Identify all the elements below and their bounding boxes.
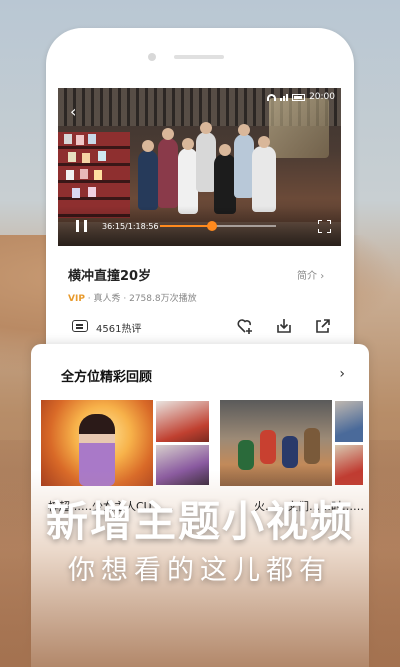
cast-member-head — [142, 140, 154, 152]
shelf-book — [66, 170, 74, 180]
share-icon[interactable] — [314, 317, 332, 335]
shelf-book — [94, 170, 102, 180]
status-bar: 20:00 — [267, 92, 335, 102]
shelf-book — [80, 169, 88, 179]
cast-member-head — [200, 122, 212, 134]
cast-member — [178, 148, 198, 214]
cast-member — [252, 146, 276, 212]
progress-track[interactable] — [160, 221, 276, 231]
add-favorite-icon[interactable] — [236, 317, 254, 335]
show-title: 横冲直撞20岁 — [68, 269, 152, 284]
chevron-right-icon[interactable]: › — [339, 366, 345, 382]
show-meta: VIP · 真人秀 · 2758.8万次播放 — [68, 291, 197, 304]
cast-member-head — [258, 136, 270, 148]
thumbnail-figure — [282, 436, 298, 468]
download-icon[interactable] — [275, 317, 293, 335]
fullscreen-icon[interactable] — [318, 220, 331, 233]
pause-icon[interactable] — [76, 220, 87, 232]
thumbnail-figure — [260, 430, 276, 464]
cast-member-head — [162, 128, 174, 140]
shelf-book — [88, 134, 96, 144]
thumbnail-figure — [304, 428, 320, 464]
battery-icon — [292, 93, 306, 101]
phone-camera — [148, 53, 156, 61]
cast-member — [234, 134, 254, 198]
video-player[interactable]: ‹ 20:00 36:15/1:18:56 — [58, 88, 341, 246]
cast-member — [138, 150, 158, 210]
cast-member-head — [238, 124, 250, 136]
review-title: 全方位精彩回顾 — [61, 370, 153, 385]
video-scene-cast — [136, 120, 286, 220]
cast-member — [158, 138, 178, 208]
chevron-right-icon: › — [320, 271, 325, 282]
shelf-book — [76, 135, 84, 145]
wifi-icon — [267, 93, 277, 101]
cast-member-head — [182, 138, 194, 150]
shelf-book — [82, 153, 90, 163]
thumbnail-figure — [238, 440, 254, 470]
shelf-book — [72, 188, 80, 198]
comment-icon[interactable] — [72, 320, 88, 332]
shelf-book — [68, 152, 76, 162]
intro-link[interactable]: 简介 › — [297, 267, 324, 282]
signal-icon — [280, 93, 289, 101]
progress-fill — [160, 225, 213, 227]
vip-badge: VIP — [68, 294, 85, 304]
shelf-book — [88, 187, 96, 197]
phone-speaker — [174, 55, 224, 59]
back-arrow-icon[interactable]: ‹ — [70, 102, 76, 121]
cast-member — [196, 132, 216, 192]
promo-headline: 新增主题小视频 — [45, 497, 354, 546]
comment-count[interactable]: 4561热评 — [96, 320, 141, 335]
cast-member-head — [219, 144, 231, 156]
shelf-book — [98, 151, 106, 161]
show-meta-text: · 真人秀 · 2758.8万次播放 — [87, 294, 197, 304]
promo-subline: 你想看的这儿都有 — [68, 555, 332, 586]
review-thumbnail[interactable] — [334, 400, 364, 443]
shelf-book — [64, 134, 72, 144]
status-time: 20:00 — [309, 92, 335, 102]
intro-label: 简介 — [297, 271, 317, 282]
cast-member — [214, 154, 236, 214]
playback-time: 36:15/1:18:56 — [102, 222, 159, 231]
review-thumbnail[interactable] — [155, 400, 210, 443]
